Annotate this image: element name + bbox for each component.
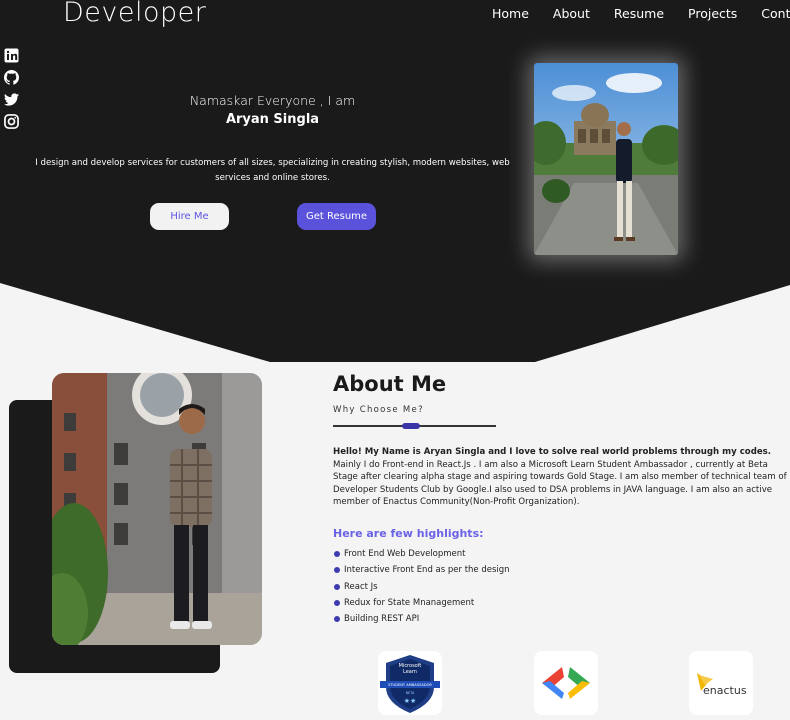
about-profile-photo bbox=[52, 373, 262, 645]
instagram-icon[interactable] bbox=[4, 114, 19, 129]
bullet-icon bbox=[334, 600, 340, 607]
bullet-icon bbox=[334, 551, 340, 558]
linkedin-icon[interactable] bbox=[4, 48, 19, 63]
list-item: Redux for State Mnanagement bbox=[334, 595, 510, 611]
about-divider-dot bbox=[402, 423, 420, 429]
about-bio: Hello! My Name is Aryan Singla and I lov… bbox=[333, 446, 790, 509]
brand-logo[interactable]: Developer bbox=[63, 0, 206, 28]
about-bio-rest: Mainly I do Front-end in React.Js . I am… bbox=[333, 459, 787, 508]
hero-profile-photo bbox=[534, 63, 678, 255]
about-subtitle: Why Choose Me? bbox=[333, 405, 424, 415]
nav-resume[interactable]: Resume bbox=[614, 6, 664, 21]
list-item: Front End Web Development bbox=[334, 546, 510, 562]
about-bio-lead: Hello! My Name is Aryan Singla and I lov… bbox=[333, 447, 772, 457]
get-resume-button[interactable]: Get Resume bbox=[297, 203, 376, 230]
svg-text:Learn: Learn bbox=[403, 669, 417, 675]
list-item: React Js bbox=[334, 579, 510, 595]
nav-home[interactable]: Home bbox=[492, 6, 529, 21]
about-title: About Me bbox=[333, 372, 447, 396]
nav-contact[interactable]: Contact bbox=[761, 6, 790, 21]
developer-student-clubs-badge[interactable] bbox=[534, 651, 598, 715]
hero-name: Aryan Singla bbox=[225, 112, 320, 127]
social-links bbox=[4, 48, 20, 129]
list-item: Building REST API bbox=[334, 611, 510, 627]
svg-text:enactus: enactus bbox=[703, 684, 747, 697]
twitter-icon[interactable] bbox=[4, 92, 19, 107]
hire-me-button[interactable]: Hire Me bbox=[150, 203, 229, 230]
svg-text:STUDENT AMBASSADOR: STUDENT AMBASSADOR bbox=[388, 683, 432, 687]
microsoft-learn-badge[interactable]: Microsoft Learn STUDENT AMBASSADOR BETA … bbox=[378, 651, 442, 715]
main-nav: Home About Resume Projects Contact bbox=[492, 6, 790, 21]
hero-greeting: Namaskar Everyone , I am bbox=[189, 93, 356, 108]
enactus-badge[interactable]: enactus bbox=[689, 651, 753, 715]
bullet-icon bbox=[334, 567, 340, 574]
bullet-icon bbox=[334, 616, 340, 623]
list-item: Interactive Front End as per the design bbox=[334, 562, 510, 578]
svg-text:★★: ★★ bbox=[404, 697, 417, 705]
nav-about[interactable]: About bbox=[553, 6, 590, 21]
highlights-title: Here are few highlights: bbox=[333, 527, 484, 540]
svg-text:BETA: BETA bbox=[406, 691, 415, 695]
highlights-list: Front End Web Development Interactive Fr… bbox=[334, 546, 510, 627]
hero-intro: I design and develop services for custom… bbox=[35, 158, 510, 183]
github-icon[interactable] bbox=[4, 70, 20, 85]
nav-projects[interactable]: Projects bbox=[688, 6, 737, 21]
bullet-icon bbox=[334, 583, 340, 590]
